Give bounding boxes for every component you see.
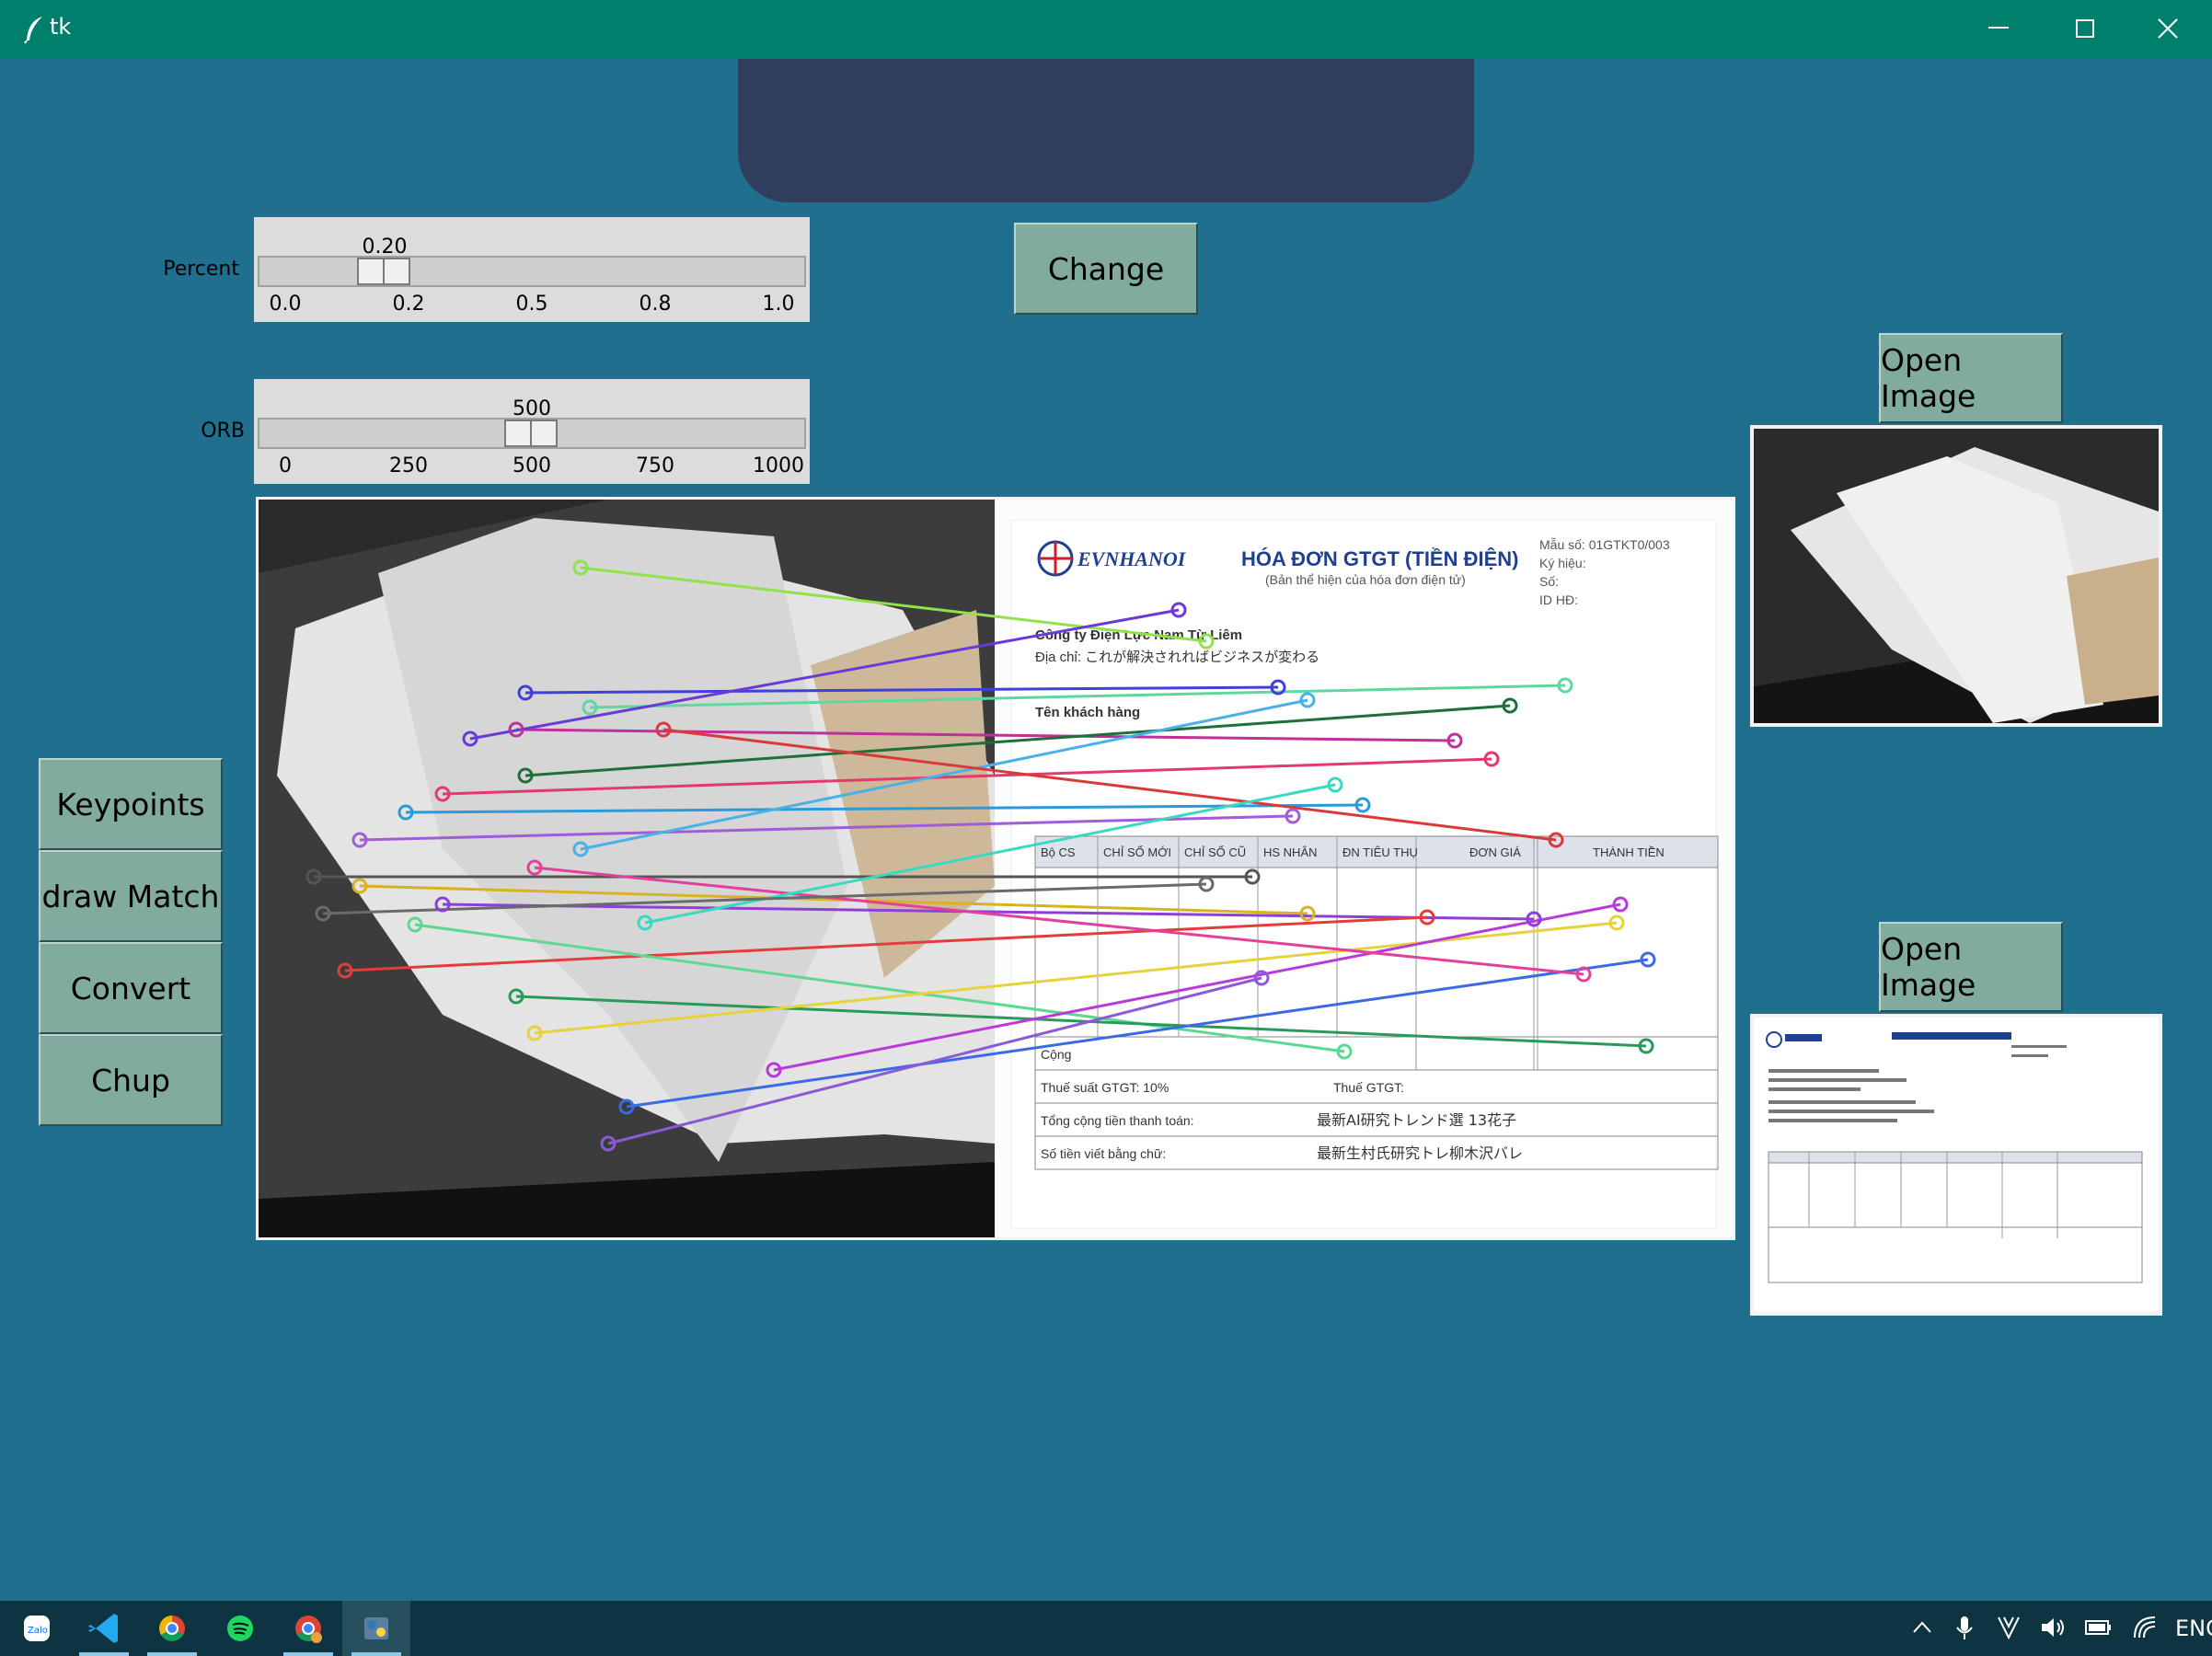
invoice-brand: EVNHANOI — [1077, 547, 1187, 570]
keypoints-button[interactable]: Keypoints — [39, 758, 223, 850]
open-image-button-2[interactable]: Open Image — [1879, 922, 2063, 1012]
change-button[interactable]: Change — [1014, 223, 1198, 315]
left-photo — [259, 500, 995, 1237]
spotify-icon — [227, 1616, 253, 1641]
table-header: THÀNH TIỀN — [1593, 845, 1665, 859]
percent-tick: 0.0 — [269, 293, 302, 316]
table-header: HS NHÂN — [1263, 845, 1318, 859]
microphone-icon[interactable] — [1951, 1614, 1978, 1641]
percent-tick: 0.5 — [515, 293, 548, 316]
orb-tick: 500 — [513, 454, 551, 477]
window-title: tk — [50, 14, 72, 40]
spotify-taskbar-button[interactable] — [206, 1601, 274, 1656]
invoice-id: ID HĐ: — [1539, 592, 1578, 607]
taskbar: Zalo ENG — [0, 1601, 2212, 1656]
invoice-form-no: Mẫu số: 01GTKT0/003 — [1539, 537, 1670, 552]
invoice-total-value: 最新AI研究トレンド選 13花子 — [1317, 1111, 1516, 1129]
invoice-customer: Tên khách hàng — [1035, 705, 1140, 720]
wifi-icon[interactable] — [2131, 1614, 2159, 1641]
orb-tick: 0 — [279, 454, 292, 477]
python-icon — [364, 1617, 388, 1639]
svg-text:Zalo: Zalo — [28, 1626, 48, 1636]
speaker-icon[interactable] — [2039, 1614, 2067, 1641]
maximize-icon — [2076, 19, 2094, 38]
invoice-in-words-value: 最新生村氏研究トレ柳木沢バレ — [1317, 1144, 1523, 1162]
percent-tick: 0.2 — [392, 293, 425, 316]
orb-tick: 750 — [636, 454, 674, 477]
invoice-total: Tổng cộng tiền thanh toán: — [1041, 1113, 1194, 1128]
percent-tick: 1.0 — [762, 293, 795, 316]
language-indicator[interactable]: ENG — [2175, 1616, 2212, 1641]
chrome-profile-icon — [295, 1616, 322, 1643]
template-image-thumbnail — [1750, 1014, 2162, 1316]
table-header: ĐN TIÊU THỤ — [1342, 845, 1418, 859]
chrome-profile-taskbar-button[interactable] — [274, 1601, 342, 1656]
vscode-taskbar-button[interactable] — [70, 1601, 138, 1656]
close-icon — [2158, 18, 2178, 39]
maximize-button[interactable] — [2043, 0, 2129, 59]
invoice-in-words: Số tiền viết bằng chữ: — [1041, 1146, 1166, 1161]
draw-match-button[interactable]: draw Match — [39, 850, 223, 942]
vpn-icon[interactable] — [1995, 1614, 2022, 1641]
orb-slider[interactable]: 500 0 250 500 750 1000 — [254, 379, 810, 484]
table-header: CHỈ SỐ CŨ — [1184, 845, 1246, 859]
chup-button[interactable]: Chup — [39, 1034, 223, 1126]
percent-trough[interactable] — [258, 256, 806, 287]
minimize-button[interactable] — [1956, 0, 2043, 59]
match-result-image: EVNHANOI HÓA ĐƠN GTGT (TIỀN ĐIỆN) (Bản t… — [256, 497, 1735, 1240]
source-image-thumbnail — [1750, 425, 2162, 727]
battery-icon[interactable] — [2083, 1614, 2114, 1641]
orb-label: ORB — [201, 420, 245, 443]
table-header: CHỈ SỐ MỚI — [1103, 845, 1171, 859]
invoice-symbol: Ký hiệu: — [1539, 556, 1586, 570]
table-header: Bộ CS — [1041, 845, 1076, 859]
close-button[interactable] — [2126, 0, 2212, 59]
table-header: ĐƠN GIÁ — [1469, 845, 1521, 859]
percent-label: Percent — [163, 258, 239, 281]
zalo-taskbar-button[interactable]: Zalo — [2, 1601, 70, 1656]
vscode-icon — [88, 1614, 118, 1643]
invoice-number: Số: — [1539, 574, 1559, 589]
chrome-taskbar-button[interactable] — [138, 1601, 206, 1656]
convert-button[interactable]: Convert — [39, 942, 223, 1034]
invoice-subtitle: (Bản thể hiện của hóa đơn điện tử) — [1265, 572, 1466, 587]
percent-slider[interactable]: 0.20 0.0 0.2 0.5 0.8 1.0 — [254, 217, 810, 322]
orb-thumb[interactable] — [504, 420, 558, 447]
invoice-cong: Cộng — [1041, 1047, 1071, 1062]
percent-thumb[interactable] — [357, 258, 410, 285]
chevron-up-icon[interactable] — [1908, 1614, 1936, 1641]
zalo-icon: Zalo — [24, 1616, 50, 1641]
python-taskbar-button[interactable] — [342, 1601, 410, 1656]
chrome-icon — [159, 1616, 185, 1641]
minimize-icon — [1988, 27, 2009, 29]
feather-icon — [24, 17, 42, 44]
open-image-button-1[interactable]: Open Image — [1879, 333, 2063, 423]
invoice-title: HÓA ĐƠN GTGT (TIỀN ĐIỆN) — [1241, 547, 1519, 570]
invoice-address: Địa chỉ: これが解決されればビジネスが変わる — [1035, 650, 1319, 665]
invoice-document: EVNHANOI HÓA ĐƠN GTGT (TIỀN ĐIỆN) (Bản t… — [995, 500, 1733, 1237]
invoice-tax-rate: Thuế suất GTGT: 10% — [1041, 1080, 1169, 1095]
invoice-tax: Thuế GTGT: — [1333, 1080, 1404, 1095]
header-panel — [738, 59, 1474, 202]
percent-tick: 0.8 — [639, 293, 672, 316]
orb-tick: 250 — [389, 454, 428, 477]
orb-tick: 1000 — [753, 454, 804, 477]
title-bar: tk — [0, 0, 2212, 59]
